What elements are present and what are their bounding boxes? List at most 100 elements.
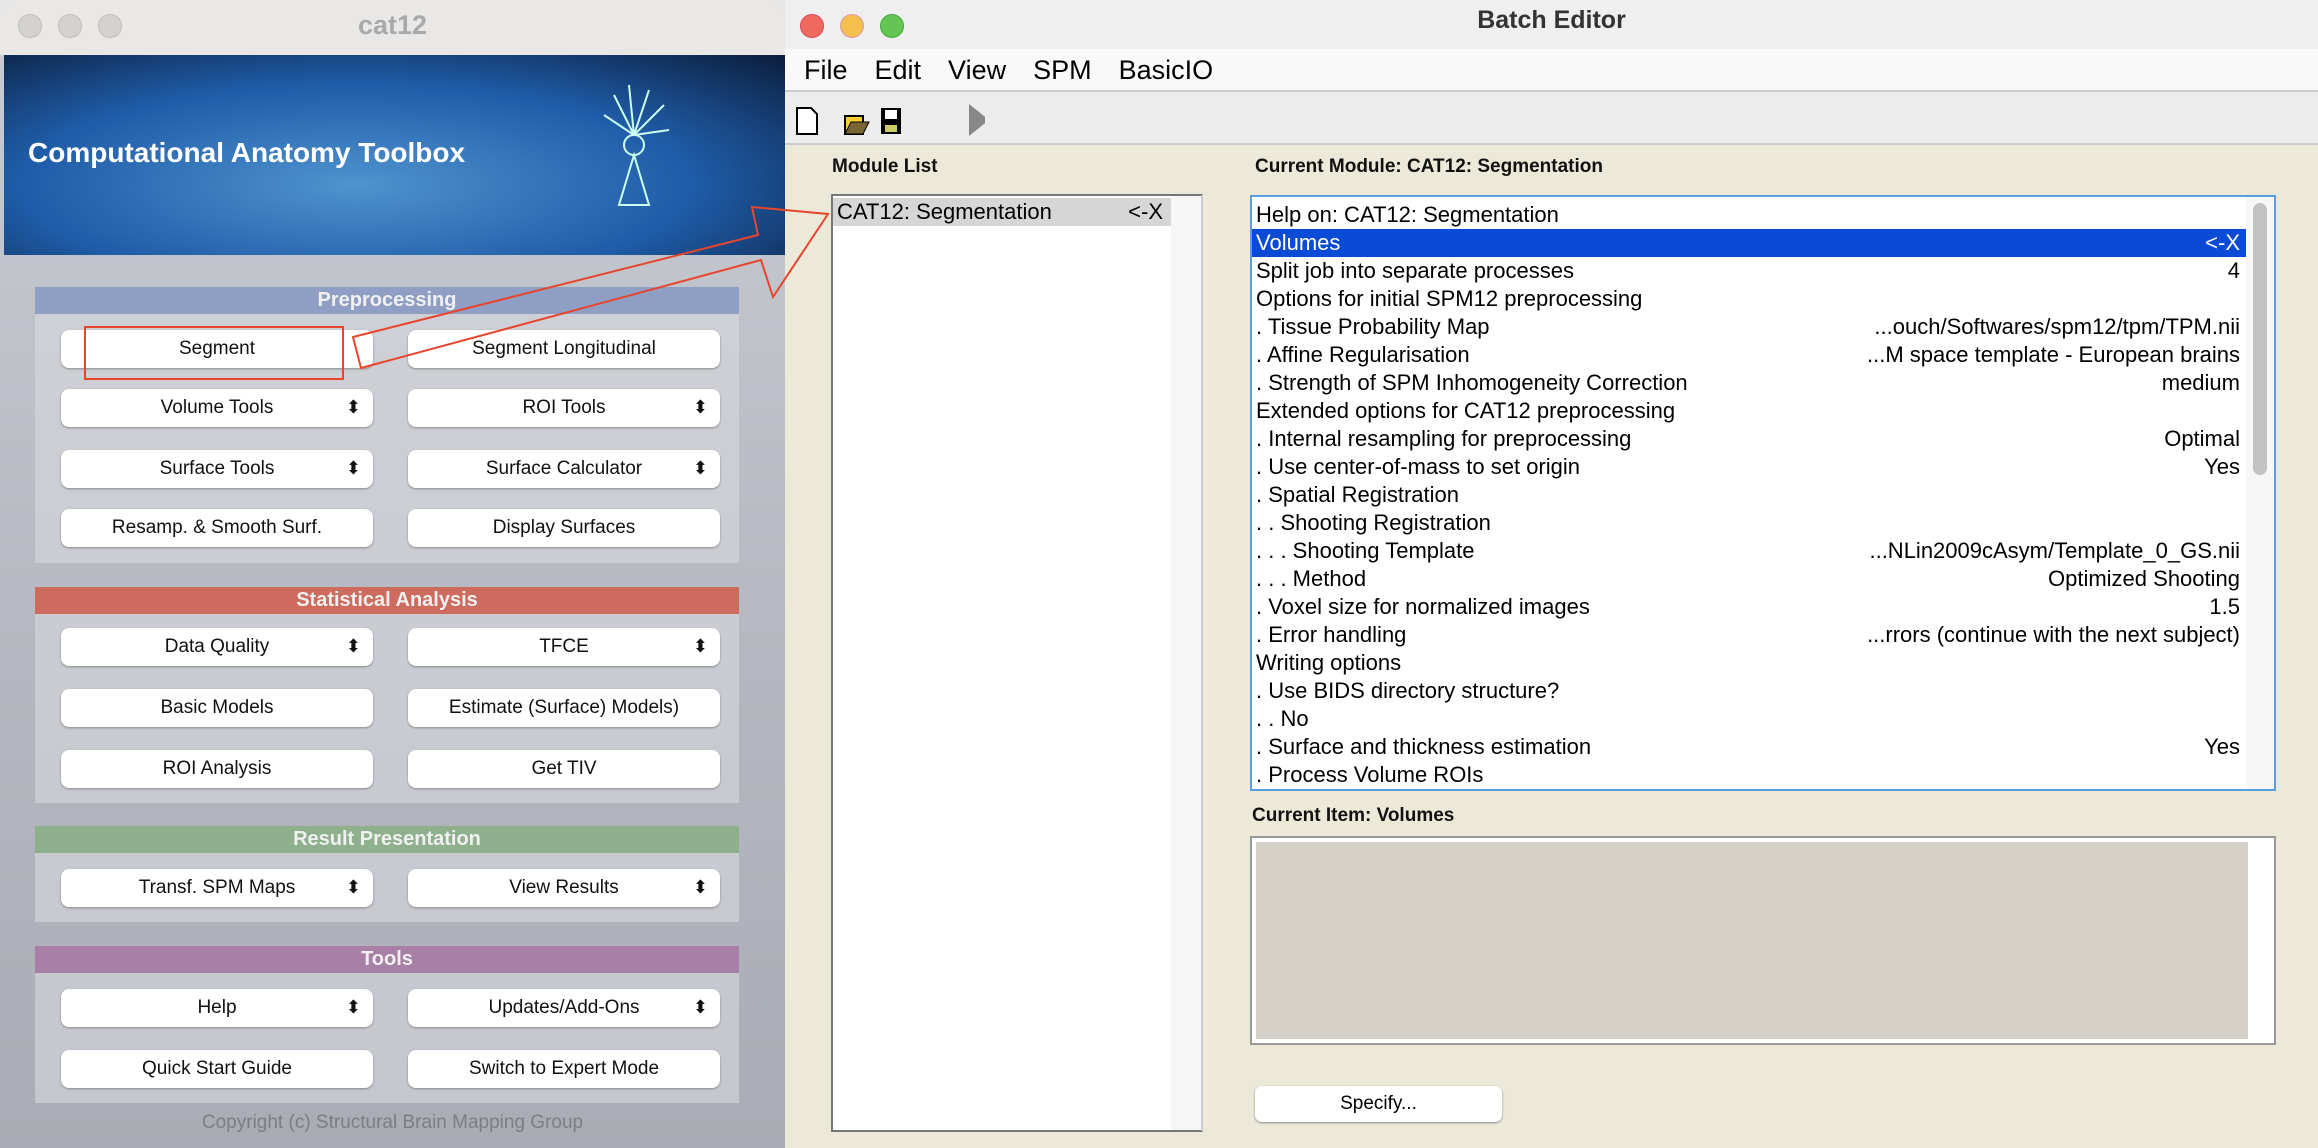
module-items-list[interactable]: Help on: CAT12: Segmentation Volumes <-X Sp… (1250, 195, 2276, 791)
item-name: . Internal resampling for preprocessing (1256, 426, 1632, 451)
quick-start-guide-button[interactable]: Quick Start Guide (61, 1050, 373, 1088)
data-quality-button[interactable]: Data Quality ⬍ (61, 628, 373, 666)
module-item-row[interactable]: . Process Volume ROIs (1252, 761, 2248, 789)
current-item-label: Current Item: Volumes (1252, 805, 1455, 826)
menu-basicio[interactable]: BasicIO (1119, 49, 1214, 92)
menu-file[interactable]: File (804, 49, 848, 92)
estimate-surface-models-button[interactable]: Estimate (Surface) Models) (408, 689, 720, 727)
zoom-button[interactable] (880, 14, 904, 38)
zoom-button[interactable] (98, 14, 122, 38)
module-item-row[interactable]: . . No (1252, 705, 2248, 733)
item-value: Optimal (2164, 426, 2240, 451)
surface-calculator-button[interactable]: Surface Calculator ⬍ (408, 450, 720, 488)
module-item-row[interactable]: . Strength of SPM Inhomogeneity Correcti… (1252, 369, 2248, 397)
switch-to-expert-mode-button[interactable]: Switch to Expert Mode (408, 1050, 720, 1088)
button-label: Help (197, 997, 237, 1018)
new-file-icon[interactable] (796, 107, 818, 135)
updates-add-ons-button[interactable]: Updates/Add-Ons ⬍ (408, 989, 720, 1027)
module-item-row[interactable]: . . Shooting Registration (1252, 509, 2248, 537)
roi-tools-button[interactable]: ROI Tools ⬍ (408, 389, 720, 427)
resamp-smooth-surf-button[interactable]: Resamp. & Smooth Surf. (61, 509, 373, 547)
specify-button[interactable]: Specify... (1255, 1086, 1502, 1122)
item-value: Yes (2204, 734, 2240, 759)
menu-edit[interactable]: Edit (875, 49, 922, 92)
button-label: ROI Analysis (162, 758, 272, 779)
module-item-row[interactable]: Options for initial SPM12 preprocessing (1252, 285, 2248, 313)
button-label: ROI Tools (522, 397, 606, 418)
module-list-item[interactable]: CAT12: Segmentation <-X (833, 198, 1171, 226)
scrollbar-thumb[interactable] (2253, 203, 2267, 475)
module-item-row[interactable]: Help on: CAT12: Segmentation (1252, 201, 2248, 229)
module-item-row[interactable]: . Voxel size for normalized images 1.5 (1252, 593, 2248, 621)
close-button[interactable] (18, 14, 42, 38)
module-item-row[interactable]: Split job into separate processes 4 (1252, 257, 2248, 285)
module-item-row[interactable]: . Spatial Registration (1252, 481, 2248, 509)
item-name: Writing options (1256, 650, 1402, 675)
segment-longitudinal-button[interactable]: Segment Longitudinal (408, 330, 720, 368)
button-label: Display Surfaces (492, 517, 636, 538)
minimize-button[interactable] (58, 14, 82, 38)
module-item-row[interactable]: . Affine Regularisation ...M space templa… (1252, 341, 2248, 369)
up-down-chevron-icon: ⬍ (345, 458, 361, 478)
help-button[interactable]: Help ⬍ (61, 989, 373, 1027)
module-item-row[interactable]: Writing options (1252, 649, 2248, 677)
segment-button[interactable]: Segment (61, 330, 373, 368)
section-header: Result Presentation (35, 826, 739, 853)
transf-spm-maps-button[interactable]: Transf. SPM Maps ⬍ (61, 869, 373, 907)
menu-spm[interactable]: SPM (1033, 49, 1092, 92)
item-name: . Voxel size for normalized images (1256, 594, 1590, 619)
section-header: Preprocessing (35, 287, 739, 314)
item-value: Optimized Shooting (2048, 566, 2240, 591)
item-value: medium (2161, 370, 2240, 395)
button-label: Resamp. & Smooth Surf. (111, 517, 323, 538)
menu-view[interactable]: View (948, 49, 1006, 92)
banner-title: Computational Anatomy Toolbox (28, 137, 466, 168)
view-results-button[interactable]: View Results ⬍ (408, 869, 720, 907)
item-name: . Affine Regularisation (1256, 342, 1470, 367)
section-header: Tools (35, 946, 739, 973)
get-tiv-button[interactable]: Get TIV (408, 750, 720, 788)
module-item-row[interactable]: . Tissue Probability Map ...ouch/Software… (1252, 313, 2248, 341)
display-surfaces-button[interactable]: Display Surfaces (408, 509, 720, 547)
save-icon[interactable] (881, 108, 901, 134)
current-module-label: Current Module: CAT12: Segmentation (1255, 156, 1603, 177)
module-item-row[interactable]: . Error handling ...rrors (continue with … (1252, 621, 2248, 649)
basic-models-button[interactable]: Basic Models (61, 689, 373, 727)
module-item-row[interactable]: Volumes <-X (1252, 229, 2248, 257)
minimize-button[interactable] (840, 14, 864, 38)
close-button[interactable] (800, 14, 824, 38)
module-item-row[interactable]: . . . Method Optimized Shooting (1252, 565, 2248, 593)
module-item-row[interactable]: . . . Shooting Template ...NLin2009cAsym/… (1252, 537, 2248, 565)
module-item-row[interactable]: . Use center-of-mass to set origin Yes (1252, 453, 2248, 481)
banner: Computational Anatomy Toolbox (4, 55, 785, 255)
button-label: Switch to Expert Mode (468, 1058, 660, 1079)
item-name: Extended options for CAT12 preprocessing (1256, 398, 1676, 423)
toolbar-icons (796, 104, 989, 136)
run-icon[interactable] (969, 104, 989, 136)
button-label: Segment Longitudinal (472, 338, 656, 359)
remove-mark: <-X (1128, 199, 1163, 224)
up-down-chevron-icon: ⬍ (345, 877, 361, 897)
module-item-row[interactable]: . Use BIDS directory structure? (1252, 677, 2248, 705)
module-list[interactable]: CAT12: Segmentation <-X (831, 194, 1203, 1132)
item-name: . Use center-of-mass to set origin (1256, 454, 1581, 479)
surface-tools-button[interactable]: Surface Tools ⬍ (61, 450, 373, 488)
module-item-row[interactable]: . Surface and thickness estimation Yes (1252, 733, 2248, 761)
module-item-row[interactable]: Extended options for CAT12 preprocessing (1252, 397, 2248, 425)
tfce-button[interactable]: TFCE ⬍ (408, 628, 720, 666)
item-value: ...rrors (continue with the next subject… (1867, 622, 2240, 647)
module-item-row[interactable]: . Internal resampling for preprocessing O… (1252, 425, 2248, 453)
volume-tools-button[interactable]: Volume Tools ⬍ (61, 389, 373, 427)
item-name: Help on: CAT12: Segmentation (1256, 202, 1559, 227)
batch-title-bar: Batch Editor (785, 0, 2318, 49)
item-name: . Error handling (1256, 622, 1407, 647)
scrollbar[interactable] (2246, 197, 2274, 789)
item-value: ...ouch/Softwares/spm12/tpm/TPM.nii (1874, 314, 2240, 339)
open-folder-icon[interactable] (844, 115, 870, 135)
roi-analysis-button[interactable]: ROI Analysis (61, 750, 373, 788)
button-label: Transf. SPM Maps (138, 877, 296, 898)
cat12-window: cat12 Computational Anatomy Toolbox Prep… (0, 0, 785, 1148)
button-label: Surface Tools (159, 458, 275, 479)
current-item-box[interactable] (1250, 836, 2276, 1045)
item-name: . Strength of SPM Inhomogeneity Correcti… (1256, 370, 1688, 395)
